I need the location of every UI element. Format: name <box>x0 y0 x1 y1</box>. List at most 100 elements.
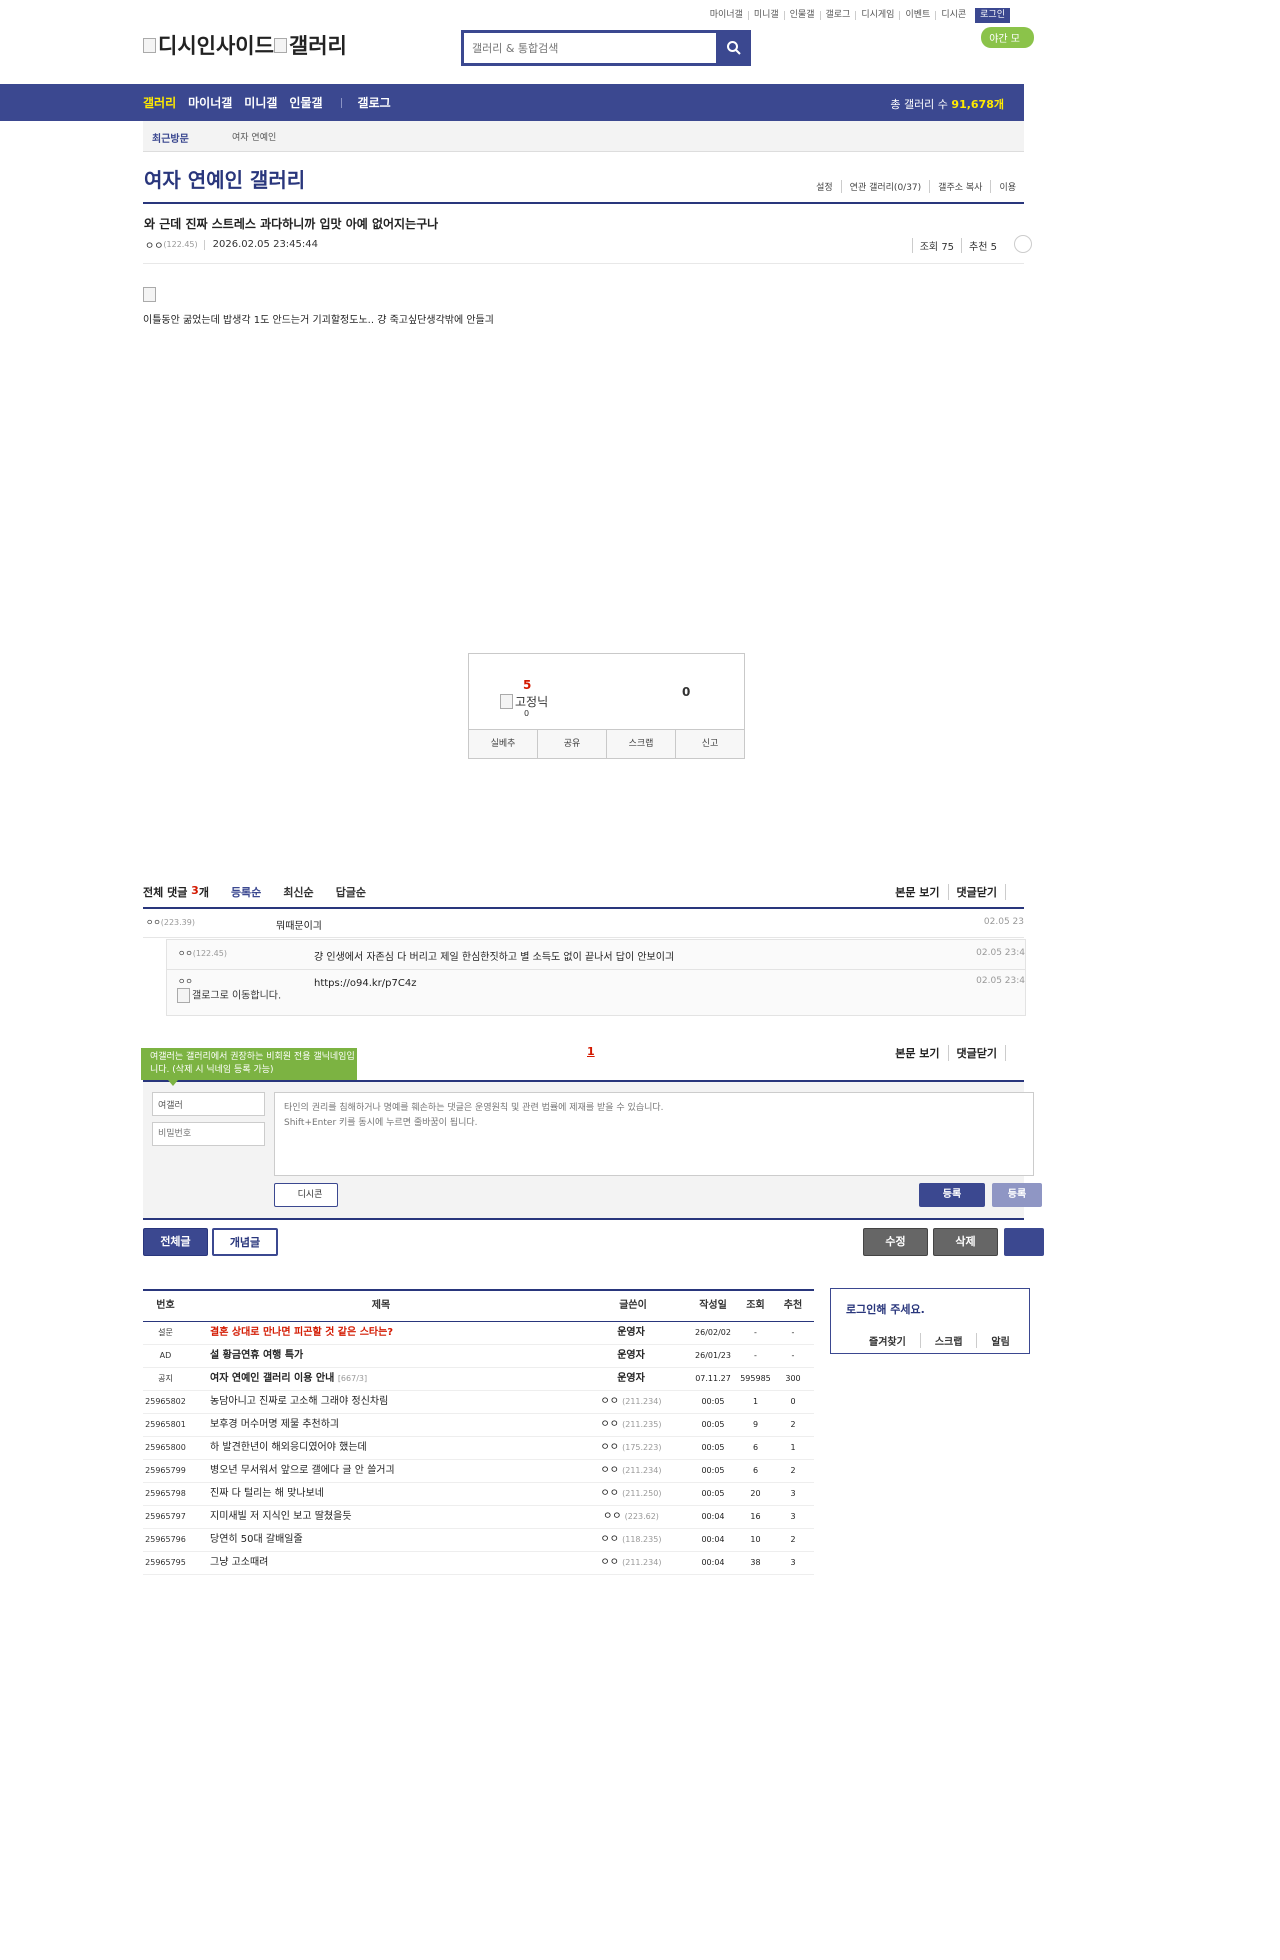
submit-recommend-button[interactable]: 등록 <box>992 1183 1042 1207</box>
post-writer[interactable]: ㅇㅇ (118.235) <box>581 1529 681 1551</box>
util-mini[interactable]: 미니갤 <box>749 11 785 20</box>
reply-writer[interactable]: ㅇㅇ(122.45) <box>178 948 227 959</box>
util-dccon[interactable]: 디시콘 <box>936 11 971 20</box>
post-number: 25965800 <box>145 1443 186 1452</box>
table-row[interactable]: AD 설 황금연휴 여행 특가 운영자 26/01/23- - <box>143 1345 814 1368</box>
concept-posts-button[interactable]: 개념글 <box>212 1228 278 1256</box>
post-number: 25965795 <box>145 1558 186 1567</box>
gallery-title[interactable]: 여자 연예인 갤러리 <box>144 164 305 193</box>
reply-text[interactable]: https://o94.kr/p7C4z <box>314 978 416 989</box>
table-row[interactable]: 25965800 하 발견한년이 해외응디였어야 했는데 ㅇㅇ (175.223) 0… <box>143 1437 814 1460</box>
post-writer[interactable]: ㅇㅇ (211.234) <box>581 1391 681 1413</box>
post-writer[interactable]: ㅇㅇ (211.234) <box>581 1552 681 1574</box>
post-title-link[interactable]: 진짜 다 털리는 해 맞나보네 <box>210 1483 324 1505</box>
sort-by-register[interactable]: 등록순 <box>231 884 261 900</box>
post-title-link[interactable]: 농담아니고 진짜로 고소해 그래야 정신차림 <box>210 1391 388 1413</box>
table-row[interactable]: 25965799 병오년 무서워서 앞으로 갤에다 글 안 쓸거긔 ㅇㅇ (211.… <box>143 1460 814 1483</box>
post-writer[interactable]: ㅇㅇ (175.223) <box>581 1437 681 1459</box>
logo-sub: 갤러리 <box>288 34 347 58</box>
search-input[interactable] <box>464 33 710 63</box>
comment-text: 뭐때문이긔 <box>276 921 322 932</box>
nav-gallog[interactable]: 갤로그 <box>358 94 391 111</box>
reply-writer-nick[interactable]: ㅇㅇ <box>178 976 193 987</box>
table-row[interactable]: 25965801 보후경 머수머명 제물 추천하긔 ㅇㅇ (211.235) 00:0… <box>143 1414 814 1437</box>
post-title-link[interactable]: 하 발견한년이 해외응디였어야 했는데 <box>210 1437 367 1459</box>
password-input[interactable] <box>152 1122 265 1146</box>
login-prompt[interactable]: 로그인해 주세요. <box>846 1301 925 1317</box>
nav-mini[interactable]: 미니갤 <box>244 94 277 111</box>
gallog-link[interactable]: 갤로그로 이동합니다. <box>177 988 282 1003</box>
post-writer[interactable]: 운영자 <box>581 1368 681 1390</box>
post-title-link[interactable]: 당연히 50대 갈배일줄 <box>210 1529 303 1551</box>
usage-link[interactable]: 이용 <box>990 180 1024 193</box>
view-body-link[interactable]: 본문 보기 <box>887 884 947 900</box>
submit-button[interactable]: 등록 <box>919 1183 985 1207</box>
util-minor[interactable]: 마이너갤 <box>705 11 749 20</box>
recent-item[interactable]: 여자 연예인 <box>232 130 276 143</box>
notification-link[interactable]: 알림 <box>976 1333 1023 1348</box>
close-comments-link[interactable]: 댓글닫기 <box>947 1045 1005 1061</box>
post-writer[interactable]: ㅇㅇ (211.234) <box>581 1460 681 1482</box>
post-writer[interactable]: 운영자 <box>581 1345 681 1367</box>
comment-count-unit: 개 <box>198 886 209 899</box>
post-writer[interactable]: 운영자 <box>581 1322 681 1344</box>
util-game[interactable]: 디시게임 <box>856 11 901 20</box>
post-title-link[interactable]: 그냥 고소때려 <box>210 1552 268 1574</box>
post-title-link[interactable]: 지미새빌 저 지식인 보고 딸쳤을듯 <box>210 1506 352 1528</box>
post-title-link[interactable]: 보후경 머수머명 제물 추천하긔 <box>210 1414 339 1436</box>
post-writer[interactable]: ㅇㅇ (223.62) <box>581 1506 681 1528</box>
more-options-button[interactable] <box>1014 235 1032 253</box>
post-title-link[interactable]: 여자 연예인 갤러리 이용 안내 [667/3] <box>210 1368 367 1390</box>
view-body-link[interactable]: 본문 보기 <box>887 1045 947 1061</box>
post-title-link[interactable]: 결혼 상대로 만나면 피곤할 것 같은 스타는? <box>210 1322 393 1344</box>
post-writer[interactable]: ㅇㅇ (211.250) <box>581 1483 681 1505</box>
table-row[interactable]: 25965798 진짜 다 털리는 해 맞나보네 ㅇㅇ (211.250) 00:05… <box>143 1483 814 1506</box>
share-button[interactable]: 공유 <box>537 730 606 758</box>
sort-by-reply[interactable]: 답글순 <box>336 884 366 900</box>
comment-writer[interactable]: ㅇㅇ(223.39) <box>146 917 195 928</box>
writer-nick: ㅇㅇ <box>600 1419 619 1430</box>
sort-by-latest[interactable]: 최신순 <box>283 884 313 900</box>
post-writer[interactable]: ㅇㅇ (211.235) <box>581 1414 681 1436</box>
nav-minor[interactable]: 마이너갤 <box>188 94 232 111</box>
nav-person[interactable]: 인물갤 <box>289 94 322 111</box>
all-posts-button[interactable]: 전체글 <box>143 1228 208 1256</box>
site-logo[interactable]: 디시인사이드 갤러리 <box>143 30 347 60</box>
night-mode-toggle[interactable]: 야간 모 <box>981 27 1034 48</box>
post-title-link[interactable]: 병오년 무서워서 앞으로 갤에다 글 안 쓸거긔 <box>210 1460 395 1482</box>
post-rec: 3 <box>790 1558 796 1567</box>
report-button[interactable]: 신고 <box>675 730 744 758</box>
table-row[interactable]: 25965802 농담아니고 진짜로 고소해 그래야 정신차림 ㅇㅇ (211.23… <box>143 1391 814 1414</box>
scrap-link[interactable]: 스크랩 <box>919 1333 977 1348</box>
table-row[interactable]: 설문 결혼 상대로 만나면 피곤할 것 같은 스타는? 운영자 26/02/02- - <box>143 1322 814 1345</box>
reply-count[interactable]: [667/3] <box>338 1374 367 1383</box>
delete-button[interactable]: 삭제 <box>933 1228 998 1256</box>
write-button[interactable] <box>1004 1228 1044 1256</box>
dccon-button[interactable]: 디시콘 <box>274 1183 338 1207</box>
comment-page-1[interactable]: 1 <box>587 1045 595 1058</box>
search-button[interactable] <box>717 30 751 66</box>
login-button[interactable]: 로그인 <box>975 8 1010 23</box>
nickname-input[interactable] <box>152 1092 265 1116</box>
nickname-tip: 여갤러는 갤러리에서 권장하는 비회원 전용 갤닉네임입니다. (삭제 시 닉네… <box>141 1048 357 1086</box>
copy-address-link[interactable]: 갤주소 복사 <box>929 180 990 193</box>
nav-gallery[interactable]: 갤러리 <box>143 94 176 111</box>
util-person[interactable]: 인물갤 <box>785 11 821 20</box>
comment-textarea[interactable] <box>274 1092 1034 1176</box>
table-row[interactable]: 25965797 지미새빌 저 지식인 보고 딸쳤을듯 ㅇㅇ (223.62) 00:… <box>143 1506 814 1529</box>
util-event[interactable]: 이벤트 <box>900 11 937 20</box>
edit-button[interactable]: 수정 <box>863 1228 928 1256</box>
util-gallog[interactable]: 갤로그 <box>821 11 857 20</box>
close-comments-link[interactable]: 댓글닫기 <box>947 884 1005 900</box>
table-row[interactable]: 공지 여자 연예인 갤러리 이용 안내 [667/3] 운영자 07.11.27 595… <box>143 1368 814 1391</box>
scrap-button[interactable]: 스크랩 <box>606 730 675 758</box>
table-row[interactable]: 25965795 그냥 고소때려 ㅇㅇ (211.234) 00:04 38 3 <box>143 1552 814 1575</box>
table-row[interactable]: 25965796 당연히 50대 갈배일줄 ㅇㅇ (118.235) 00:04 10 2 <box>143 1529 814 1552</box>
best-recommend-button[interactable]: 실베추 <box>469 730 537 758</box>
post-title-link[interactable]: 설 황금연휴 여행 특가 <box>210 1345 303 1367</box>
comment-writer-nick: ㅇㅇ <box>146 918 161 927</box>
favorites-link[interactable]: 즐겨찾기 <box>831 1333 920 1348</box>
post-writer[interactable]: ㅇㅇ <box>145 237 163 252</box>
settings-link[interactable]: 설정 <box>808 180 841 193</box>
related-gallery-link[interactable]: 연관 갤러리(0/37) <box>840 180 930 193</box>
